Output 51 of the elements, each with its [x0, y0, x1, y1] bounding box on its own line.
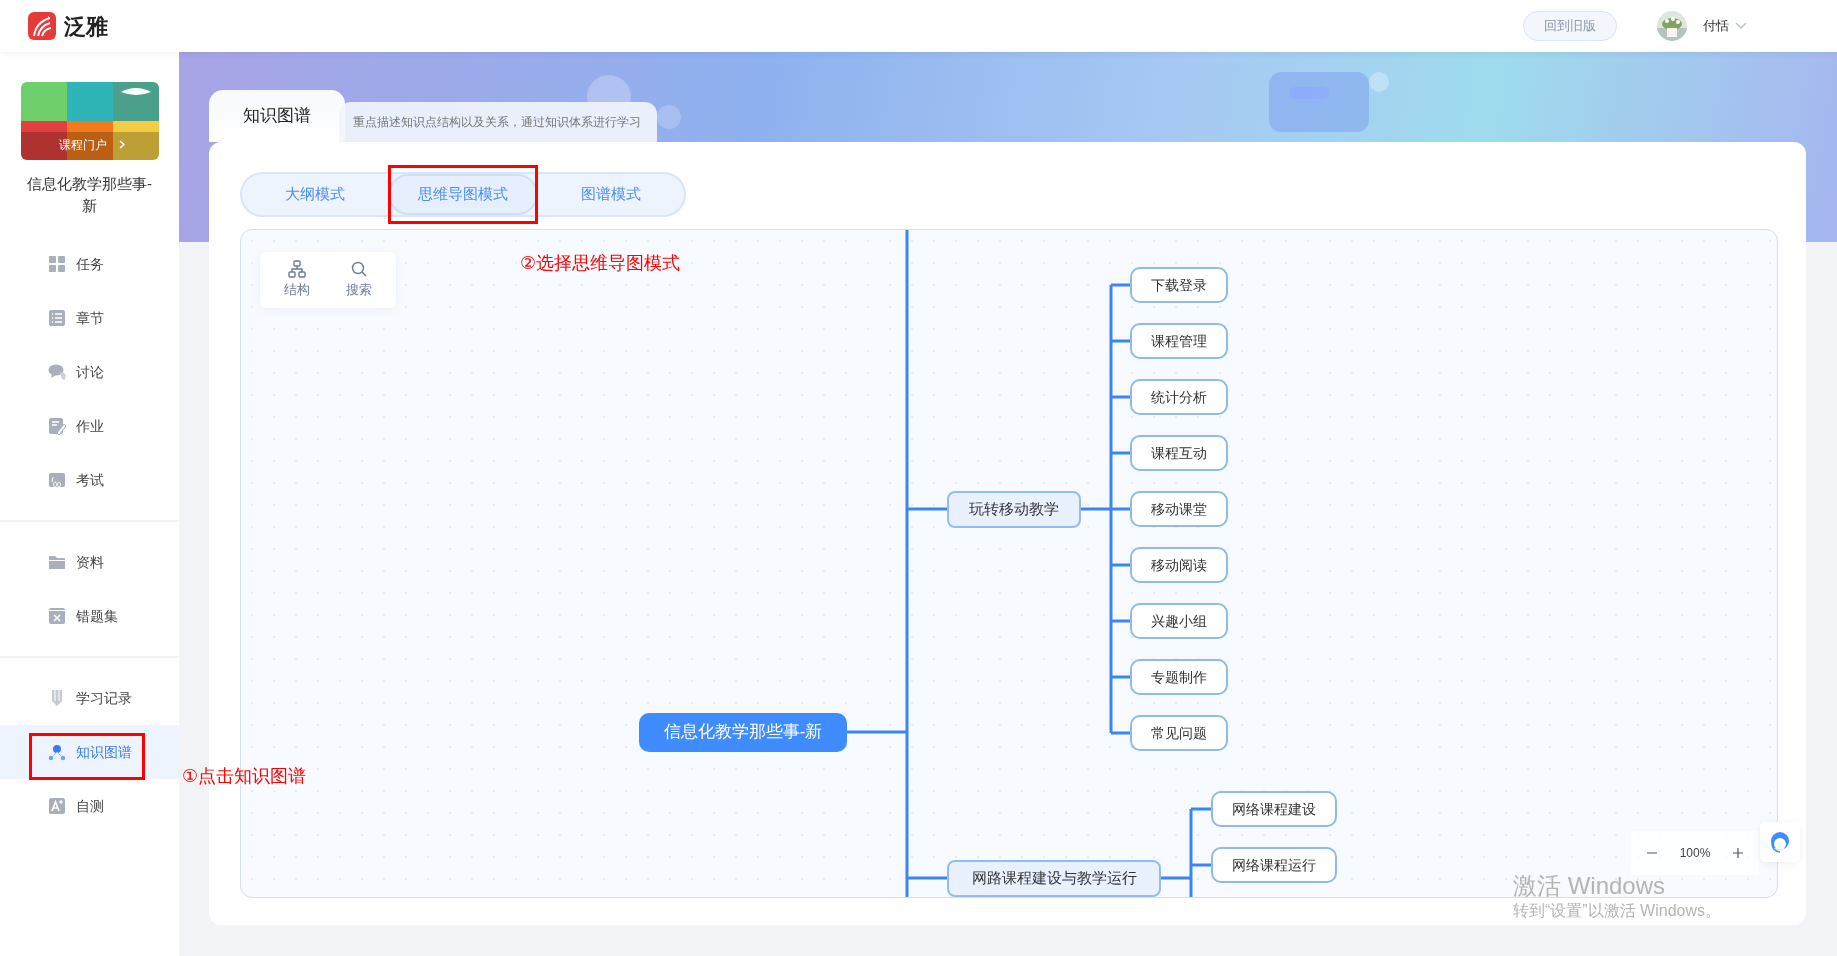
zoom-level: 100%: [1679, 845, 1711, 862]
sidebar-item[interactable]: 章节: [0, 291, 179, 345]
toolbar-button[interactable]: 搜索: [330, 258, 388, 302]
list-icon: [48, 309, 66, 327]
search-icon: [350, 260, 368, 278]
sidebar-item[interactable]: 学习记录: [0, 671, 179, 725]
activation-title: 激活 Windows: [1513, 872, 1667, 900]
sidebar-item[interactable]: 讨论: [0, 345, 179, 399]
score-card-icon: [48, 471, 66, 489]
logo-icon: [28, 12, 56, 40]
annotation-text: ①点击知识图谱: [182, 765, 307, 788]
structure-icon: [288, 260, 306, 278]
activation-message: 转到“设置”以激活 Windows。: [1513, 901, 1721, 921]
branch-node[interactable]: 网路课程建设与教学运行: [947, 859, 1161, 897]
chevron-down-icon[interactable]: [1735, 22, 1747, 30]
leaf-node[interactable]: 统计分析: [1130, 379, 1228, 415]
network-icon: [48, 743, 66, 761]
chat-bubble-icon: [48, 363, 66, 381]
leaf-node[interactable]: 常见问题: [1130, 715, 1228, 751]
course-title: 信息化教学那些事-新: [26, 174, 153, 216]
leaf-node[interactable]: 网络课程运行: [1211, 847, 1337, 883]
leaf-node[interactable]: 专题制作: [1130, 659, 1228, 695]
sidebar-item[interactable]: 作业: [0, 399, 179, 453]
branch-node[interactable]: 玩转移动教学: [947, 490, 1081, 528]
leaf-node[interactable]: 移动课堂: [1130, 491, 1228, 527]
cross-box-icon: [48, 607, 66, 625]
user-name[interactable]: 付恬: [1703, 16, 1729, 36]
sidebar-item[interactable]: 自测: [0, 779, 179, 833]
brand-name: 泛雅: [64, 12, 108, 41]
plus-icon[interactable]: [1732, 847, 1745, 859]
leaf-node[interactable]: 下载登录: [1130, 267, 1228, 303]
leaf-node[interactable]: 网络课程建设: [1211, 791, 1337, 827]
leaf-node[interactable]: 兴趣小组: [1130, 603, 1228, 639]
edit-document-icon: [48, 417, 66, 435]
support-button[interactable]: [1760, 822, 1800, 862]
folder-icon: [48, 553, 66, 571]
leaf-node[interactable]: 移动阅读: [1130, 547, 1228, 583]
sidebar-item[interactable]: 任务: [0, 237, 179, 291]
page-description: 重点描述知识点结构以及关系，通过知识体系进行学习: [339, 102, 657, 142]
sidebar-item[interactable]: 错题集: [0, 589, 179, 643]
sidebar-item[interactable]: 考试: [0, 453, 179, 507]
annotation-text: ②选择思维导图模式: [520, 252, 681, 275]
toolbar-button[interactable]: 结构: [268, 258, 326, 302]
chevron-right-icon[interactable]: [118, 140, 125, 149]
leaf-node[interactable]: 课程互动: [1130, 435, 1228, 471]
sidebar-item[interactable]: 资料: [0, 535, 179, 589]
sidebar-item[interactable]: 知识图谱: [0, 725, 179, 779]
page-title-tab[interactable]: 知识图谱: [209, 90, 345, 142]
letter-box-icon: [48, 797, 66, 815]
leaf-node[interactable]: 课程管理: [1130, 323, 1228, 359]
grid-icon: [48, 255, 66, 273]
